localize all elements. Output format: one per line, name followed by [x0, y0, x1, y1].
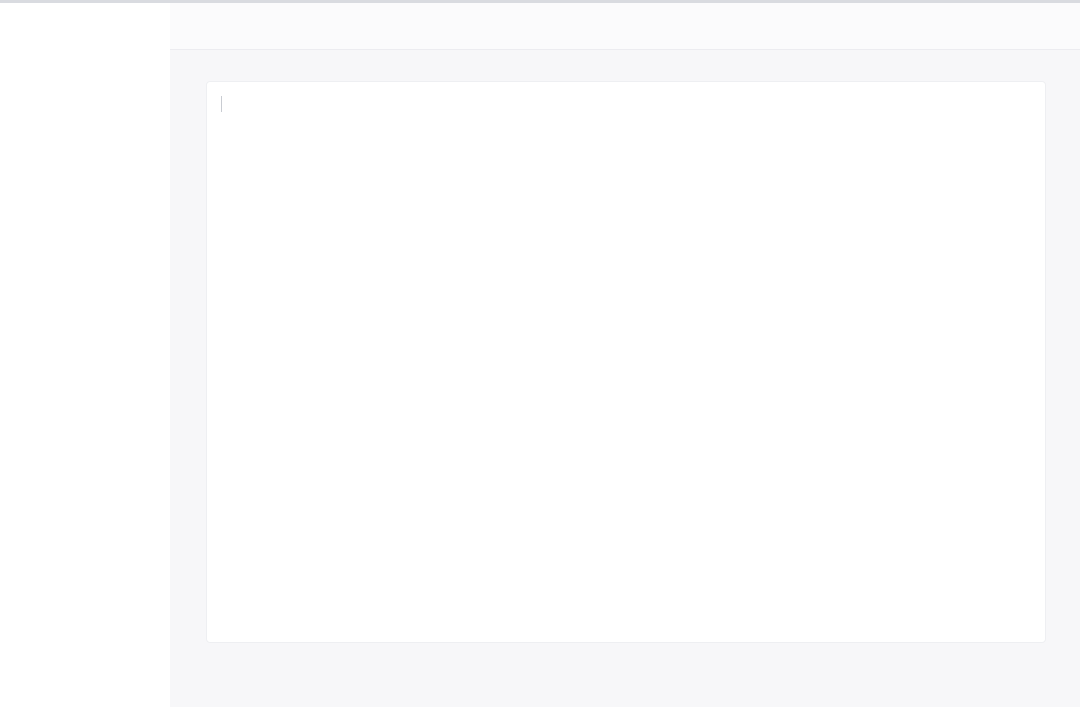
- content-area[interactable]: [206, 81, 1046, 643]
- left-pane: [0, 3, 170, 707]
- right-pane: [170, 3, 1080, 707]
- app-window: [0, 0, 1080, 707]
- toolbar-strip: [170, 3, 1080, 50]
- text-caret: [221, 96, 222, 112]
